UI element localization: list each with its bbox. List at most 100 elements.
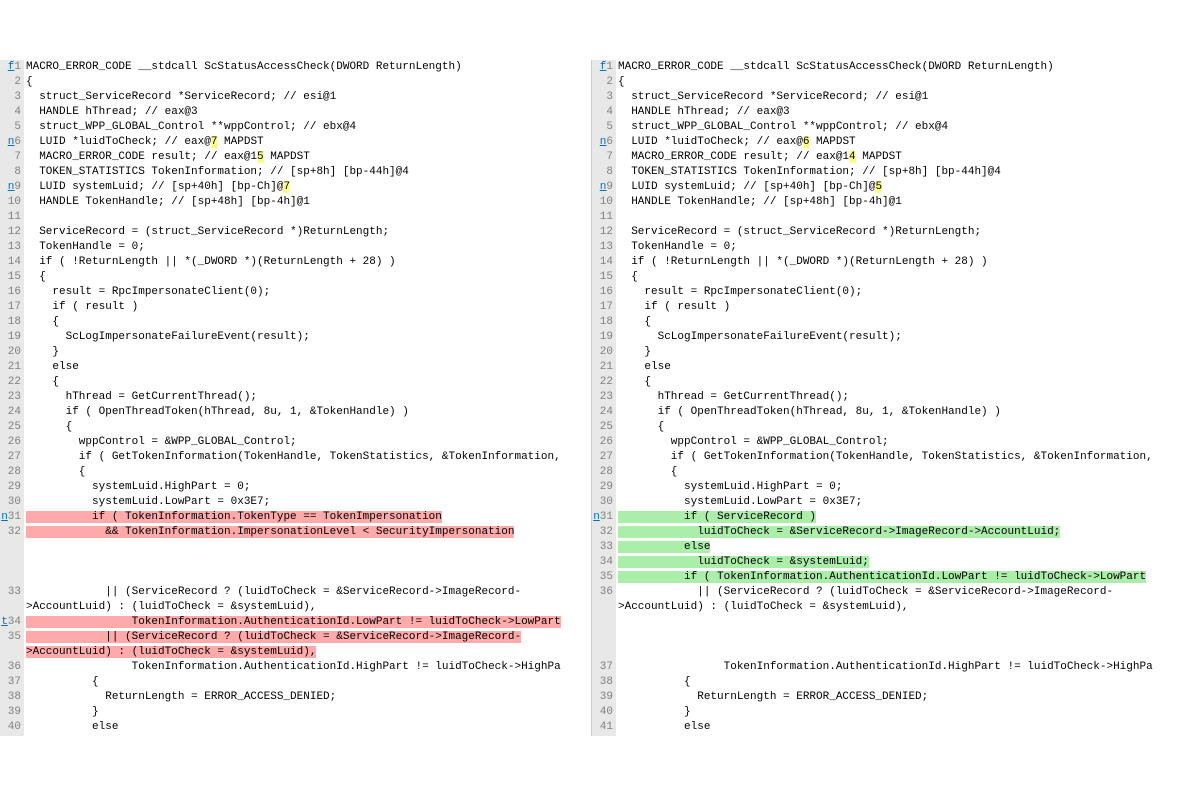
code-cell[interactable]: LUID systemLuid; // [sp+40h] [bp-Ch]@7 (24, 180, 591, 195)
code-row[interactable]: 12 ServiceRecord = (struct_ServiceRecord… (592, 225, 1183, 240)
code-cell[interactable]: result = RpcImpersonateClient(0); (24, 285, 591, 300)
gutter-prefix[interactable]: n (593, 511, 600, 523)
code-row[interactable]: 21 else (0, 360, 591, 375)
code-cell[interactable]: if ( TokenInformation.TokenType == Token… (24, 510, 591, 525)
code-row[interactable]: 13 TokenHandle = 0; (0, 240, 591, 255)
code-cell[interactable]: if ( OpenThreadToken(hThread, 8u, 1, &To… (616, 405, 1183, 420)
code-cell[interactable]: TokenHandle = 0; (24, 240, 591, 255)
code-cell[interactable] (24, 570, 591, 585)
gutter-prefix[interactable]: n (1, 511, 8, 523)
code-row[interactable]: 17 if ( result ) (592, 300, 1183, 315)
code-row[interactable]: 23 hThread = GetCurrentThread(); (0, 390, 591, 405)
code-cell[interactable]: LUID *luidToCheck; // eax@7 MAPDST (24, 135, 591, 150)
code-row[interactable]: t34 TokenInformation.AuthenticationId.Lo… (0, 615, 591, 630)
code-cell[interactable] (616, 630, 1183, 645)
code-cell[interactable]: TokenInformation.AuthenticationId.LowPar… (24, 615, 591, 630)
code-row[interactable]: 29 systemLuid.HighPart = 0; (0, 480, 591, 495)
code-row[interactable]: 15 { (0, 270, 591, 285)
code-row[interactable]: 22 { (0, 375, 591, 390)
code-row[interactable]: n6 LUID *luidToCheck; // eax@6 MAPDST (592, 135, 1183, 150)
code-cell[interactable]: wppControl = &WPP_GLOBAL_Control; (24, 435, 591, 450)
code-cell[interactable]: || (ServiceRecord ? (luidToCheck = &Serv… (616, 585, 1183, 600)
code-cell[interactable]: } (24, 705, 591, 720)
code-cell[interactable]: { (616, 270, 1183, 285)
code-cell[interactable] (616, 615, 1183, 630)
code-cell[interactable]: >AccountLuid) : (luidToCheck = &systemLu… (24, 645, 591, 660)
code-cell[interactable]: struct_WPP_GLOBAL_Control **wppControl; … (616, 120, 1183, 135)
code-row[interactable]: 29 systemLuid.HighPart = 0; (592, 480, 1183, 495)
code-row[interactable]: 23 hThread = GetCurrentThread(); (592, 390, 1183, 405)
code-cell[interactable] (616, 645, 1183, 660)
code-row[interactable]: 36 || (ServiceRecord ? (luidToCheck = &S… (592, 585, 1183, 600)
code-row[interactable]: 14 if ( !ReturnLength || *(_DWORD *)(Ret… (0, 255, 591, 270)
code-cell[interactable]: ServiceRecord = (struct_ServiceRecord *)… (24, 225, 591, 240)
code-cell[interactable]: >AccountLuid) : (luidToCheck = &systemLu… (616, 600, 1183, 615)
code-row[interactable]: 25 { (592, 420, 1183, 435)
code-cell[interactable]: MACRO_ERROR_CODE result; // eax@14 MAPDS… (616, 150, 1183, 165)
code-row[interactable]: 13 TokenHandle = 0; (592, 240, 1183, 255)
code-row[interactable]: 14 if ( !ReturnLength || *(_DWORD *)(Ret… (592, 255, 1183, 270)
code-cell[interactable] (24, 555, 591, 570)
code-row[interactable]: n9 LUID systemLuid; // [sp+40h] [bp-Ch]@… (0, 180, 591, 195)
code-row[interactable] (0, 555, 591, 570)
code-row[interactable]: 32 && TokenInformation.ImpersonationLeve… (0, 525, 591, 540)
code-cell[interactable]: } (616, 705, 1183, 720)
code-cell[interactable]: { (616, 675, 1183, 690)
code-cell[interactable]: { (24, 75, 591, 90)
code-row[interactable]: 18 { (0, 315, 591, 330)
code-cell[interactable]: MACRO_ERROR_CODE result; // eax@15 MAPDS… (24, 150, 591, 165)
code-cell[interactable]: LUID *luidToCheck; // eax@6 MAPDST (616, 135, 1183, 150)
code-cell[interactable]: TOKEN_STATISTICS TokenInformation; // [s… (616, 165, 1183, 180)
code-cell[interactable]: { (24, 465, 591, 480)
code-cell[interactable]: if ( ServiceRecord ) (616, 510, 1183, 525)
code-cell[interactable]: hThread = GetCurrentThread(); (616, 390, 1183, 405)
code-row[interactable]: 19 ScLogImpersonateFailureEvent(result); (592, 330, 1183, 345)
code-row[interactable]: 4 HANDLE hThread; // eax@3 (0, 105, 591, 120)
code-row[interactable]: n31 if ( TokenInformation.TokenType == T… (0, 510, 591, 525)
code-cell[interactable]: || (ServiceRecord ? (luidToCheck = &Serv… (24, 630, 591, 645)
code-cell[interactable]: systemLuid.LowPart = 0x3E7; (24, 495, 591, 510)
code-cell[interactable]: { (616, 465, 1183, 480)
code-row[interactable]: 7 MACRO_ERROR_CODE result; // eax@15 MAP… (0, 150, 591, 165)
code-cell[interactable]: struct_ServiceRecord *ServiceRecord; // … (24, 90, 591, 105)
gutter-prefix[interactable]: t (1, 616, 8, 628)
code-row[interactable]: 2{ (592, 75, 1183, 90)
code-row[interactable]: >AccountLuid) : (luidToCheck = &systemLu… (0, 645, 591, 660)
code-cell[interactable]: if ( TokenInformation.AuthenticationId.L… (616, 570, 1183, 585)
code-row[interactable]: 33 else (592, 540, 1183, 555)
code-row[interactable]: 33 || (ServiceRecord ? (luidToCheck = &S… (0, 585, 591, 600)
code-cell[interactable]: if ( !ReturnLength || *(_DWORD *)(Return… (24, 255, 591, 270)
code-row[interactable]: 39 } (0, 705, 591, 720)
code-row[interactable]: n6 LUID *luidToCheck; // eax@7 MAPDST (0, 135, 591, 150)
code-cell[interactable]: else (24, 720, 591, 735)
code-row[interactable]: 8 TOKEN_STATISTICS TokenInformation; // … (0, 165, 591, 180)
code-cell[interactable]: { (616, 315, 1183, 330)
code-row[interactable]: >AccountLuid) : (luidToCheck = &systemLu… (0, 600, 591, 615)
code-row[interactable] (0, 540, 591, 555)
code-row[interactable]: 32 luidToCheck = &ServiceRecord->ImageRe… (592, 525, 1183, 540)
code-row[interactable]: 16 result = RpcImpersonateClient(0); (0, 285, 591, 300)
code-cell[interactable]: ReturnLength = ERROR_ACCESS_DENIED; (616, 690, 1183, 705)
code-cell[interactable]: { (24, 735, 591, 736)
code-cell[interactable]: systemLuid.HighPart = 0; (24, 480, 591, 495)
code-row[interactable] (592, 630, 1183, 645)
code-row[interactable]: 36 TokenInformation.AuthenticationId.Hig… (0, 660, 591, 675)
code-row[interactable]: 40 } (592, 705, 1183, 720)
code-cell[interactable]: TokenHandle = 0; (616, 240, 1183, 255)
code-cell[interactable]: { (616, 75, 1183, 90)
code-cell[interactable]: if ( !ReturnLength || *(_DWORD *)(Return… (616, 255, 1183, 270)
code-row[interactable]: 30 systemLuid.LowPart = 0x3E7; (0, 495, 591, 510)
code-row[interactable]: 42 { (592, 735, 1183, 736)
code-cell[interactable]: } (616, 345, 1183, 360)
code-row[interactable]: 7 MACRO_ERROR_CODE result; // eax@14 MAP… (592, 150, 1183, 165)
code-cell[interactable]: HANDLE TokenHandle; // [sp+48h] [bp-4h]@… (24, 195, 591, 210)
code-cell[interactable]: { (616, 420, 1183, 435)
code-cell[interactable]: if ( GetTokenInformation(TokenHandle, To… (24, 450, 591, 465)
code-row[interactable]: 15 { (592, 270, 1183, 285)
code-cell[interactable]: else (616, 360, 1183, 375)
code-row[interactable]: 4 HANDLE hThread; // eax@3 (592, 105, 1183, 120)
code-row[interactable]: 27 if ( GetTokenInformation(TokenHandle,… (0, 450, 591, 465)
code-cell[interactable]: } (24, 345, 591, 360)
code-cell[interactable] (616, 210, 1183, 225)
code-cell[interactable]: else (616, 540, 1183, 555)
